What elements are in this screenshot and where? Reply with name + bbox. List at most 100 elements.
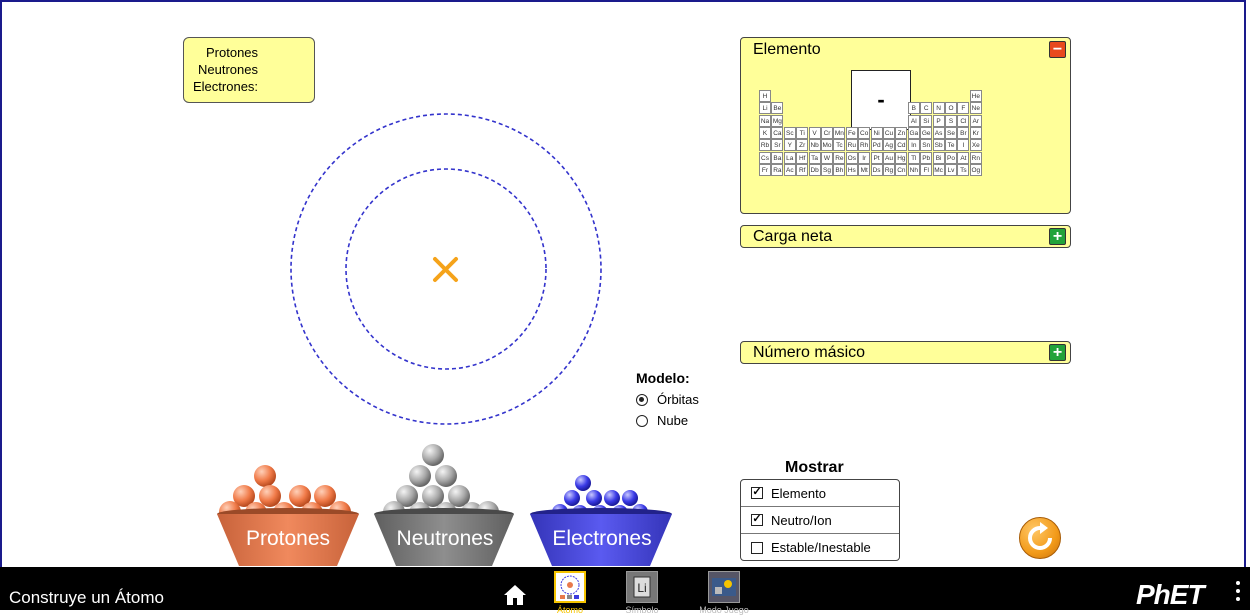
element-cell-ag: Ag [883, 139, 895, 152]
element-cell-au: Au [883, 151, 895, 164]
element-cell-rf: Rf [796, 163, 809, 176]
show-neutral-ion-label: Neutro/Ion [771, 512, 832, 528]
element-cell-c: C [920, 102, 933, 115]
element-cell-ga: Ga [907, 126, 920, 139]
element-cell-ge: Ge [920, 126, 933, 139]
element-cell-pt: Pt [870, 151, 883, 164]
element-cell-br: Br [957, 126, 970, 139]
element-cell-mo: Mo [821, 139, 833, 152]
show-element-checkbox[interactable]: ✓ [751, 487, 763, 499]
show-stable-unstable-option[interactable]: Estable/Inestable [741, 534, 899, 561]
element-panel: Elemento − - H He Li Be B C N O F Ne Na Mg Al Si P S Cl A… [740, 37, 1071, 214]
cloud-radio[interactable] [636, 414, 648, 427]
net-charge-panel[interactable]: Carga neta + [740, 225, 1071, 248]
element-cell-mc: Mc [932, 163, 945, 176]
element-cell-k: K [759, 126, 771, 139]
show-element-label: Elemento [771, 485, 826, 501]
element-cell-te: Te [945, 139, 957, 152]
game-icon [712, 578, 736, 596]
element-cell-po: Po [945, 151, 957, 164]
menu-icon[interactable] [1236, 581, 1240, 605]
element-cell-re: Re [833, 151, 846, 164]
element-cell-rn: Rn [969, 151, 982, 164]
show-title: Mostrar [785, 459, 844, 476]
tab-symbol-label: Símbolo [625, 605, 659, 615]
electrons-bucket[interactable] [530, 475, 672, 566]
navigation-bar: Construye un Átomo Átomo Li Símbolo Modo… [0, 567, 1250, 615]
model-title: Modelo: [636, 370, 690, 386]
element-cell-o: O [945, 102, 957, 115]
expand-mass-number-button[interactable]: + [1049, 344, 1066, 361]
show-options: ✓ Elemento ✓ Neutro/Ion Estable/Inestabl… [740, 479, 900, 561]
collapse-element-button[interactable]: − [1049, 41, 1066, 58]
model-option-cloud[interactable]: Nube [636, 413, 699, 428]
element-cell-fl: Fl [920, 163, 933, 176]
element-cell-hs: Hs [845, 163, 858, 176]
element-cell-lv: Lv [945, 163, 957, 176]
home-icon[interactable] [503, 584, 527, 606]
element-cell-ca: Ca [771, 126, 784, 139]
svg-text:Li: Li [637, 581, 646, 595]
element-cell-ti: Ti [796, 126, 809, 139]
element-cell-si: Si [920, 114, 933, 127]
element-cell-cr: Cr [821, 126, 833, 139]
element-cell-ds: Ds [870, 163, 883, 176]
element-cell-mt: Mt [858, 163, 871, 176]
show-element-option[interactable]: ✓ Elemento [741, 480, 899, 507]
mass-number-panel[interactable]: Número másico + [740, 341, 1071, 364]
electrons-bucket-label: Electrones [552, 527, 652, 550]
element-cell-be: Be [771, 102, 784, 115]
sim-title: Construye un Átomo [9, 588, 164, 607]
element-cell-nb: Nb [808, 139, 821, 152]
element-cell-zr: Zr [796, 139, 809, 152]
element-cell-zn: Zn [895, 126, 908, 139]
element-cell-w: W [821, 151, 833, 164]
show-neutral-ion-checkbox[interactable]: ✓ [751, 514, 763, 526]
element-cell-sn: Sn [920, 139, 933, 152]
element-cell-cn: Cn [895, 163, 908, 176]
element-cell-ne: Ne [969, 102, 982, 115]
element-cell-og: Og [969, 163, 982, 176]
orbits-radio[interactable] [636, 393, 648, 406]
element-cell-ta: Ta [808, 151, 821, 164]
element-cell-cl: Cl [957, 114, 970, 127]
neutrons-bucket-label: Neutrones [396, 527, 494, 550]
element-cell-sb: Sb [932, 139, 945, 152]
element-cell-cd: Cd [895, 139, 908, 152]
tab-symbol[interactable]: Li [626, 571, 658, 603]
element-cell-sc: Sc [783, 126, 796, 139]
element-cell-sg: Sg [821, 163, 833, 176]
element-cell-s: S [945, 114, 957, 127]
reset-all-button[interactable] [1019, 517, 1061, 559]
element-cell-n: N [932, 102, 945, 115]
element-cell-bi: Bi [932, 151, 945, 164]
element-cell-at: At [957, 151, 970, 164]
element-cell-os: Os [845, 151, 858, 164]
element-cell-nh: Nh [907, 163, 920, 176]
symbol-icon: Li [633, 576, 651, 598]
element-cell-rh: Rh [858, 139, 871, 152]
phet-logo[interactable]: PhET [1136, 579, 1205, 611]
element-cell-f: F [957, 102, 970, 115]
model-option-orbits[interactable]: Órbitas [636, 392, 699, 407]
element-cell-fe: Fe [845, 126, 858, 139]
element-symbol: - [851, 70, 911, 130]
expand-net-charge-button[interactable]: + [1049, 228, 1066, 245]
orbits-label: Órbitas [657, 392, 699, 407]
element-cell-hf: Hf [796, 151, 809, 164]
show-stable-unstable-checkbox[interactable] [751, 541, 763, 554]
element-cell-na: Na [759, 114, 771, 127]
mass-number-title: Número másico [753, 344, 866, 361]
element-cell-ni: Ni [870, 126, 883, 139]
element-cell-la: La [783, 151, 796, 164]
element-cell-v: V [808, 126, 821, 139]
tab-game[interactable] [708, 571, 740, 603]
element-cell-ir: Ir [858, 151, 871, 164]
element-cell-li: Li [759, 102, 771, 115]
tab-atom[interactable] [554, 571, 586, 603]
show-neutral-ion-option[interactable]: ✓ Neutro/Ion [741, 507, 899, 534]
protons-bucket-label: Protones [245, 527, 331, 550]
element-cell-ra: Ra [771, 163, 784, 176]
element-cell-kr: Kr [969, 126, 982, 139]
show-stable-unstable-label: Estable/Inestable [771, 540, 871, 555]
